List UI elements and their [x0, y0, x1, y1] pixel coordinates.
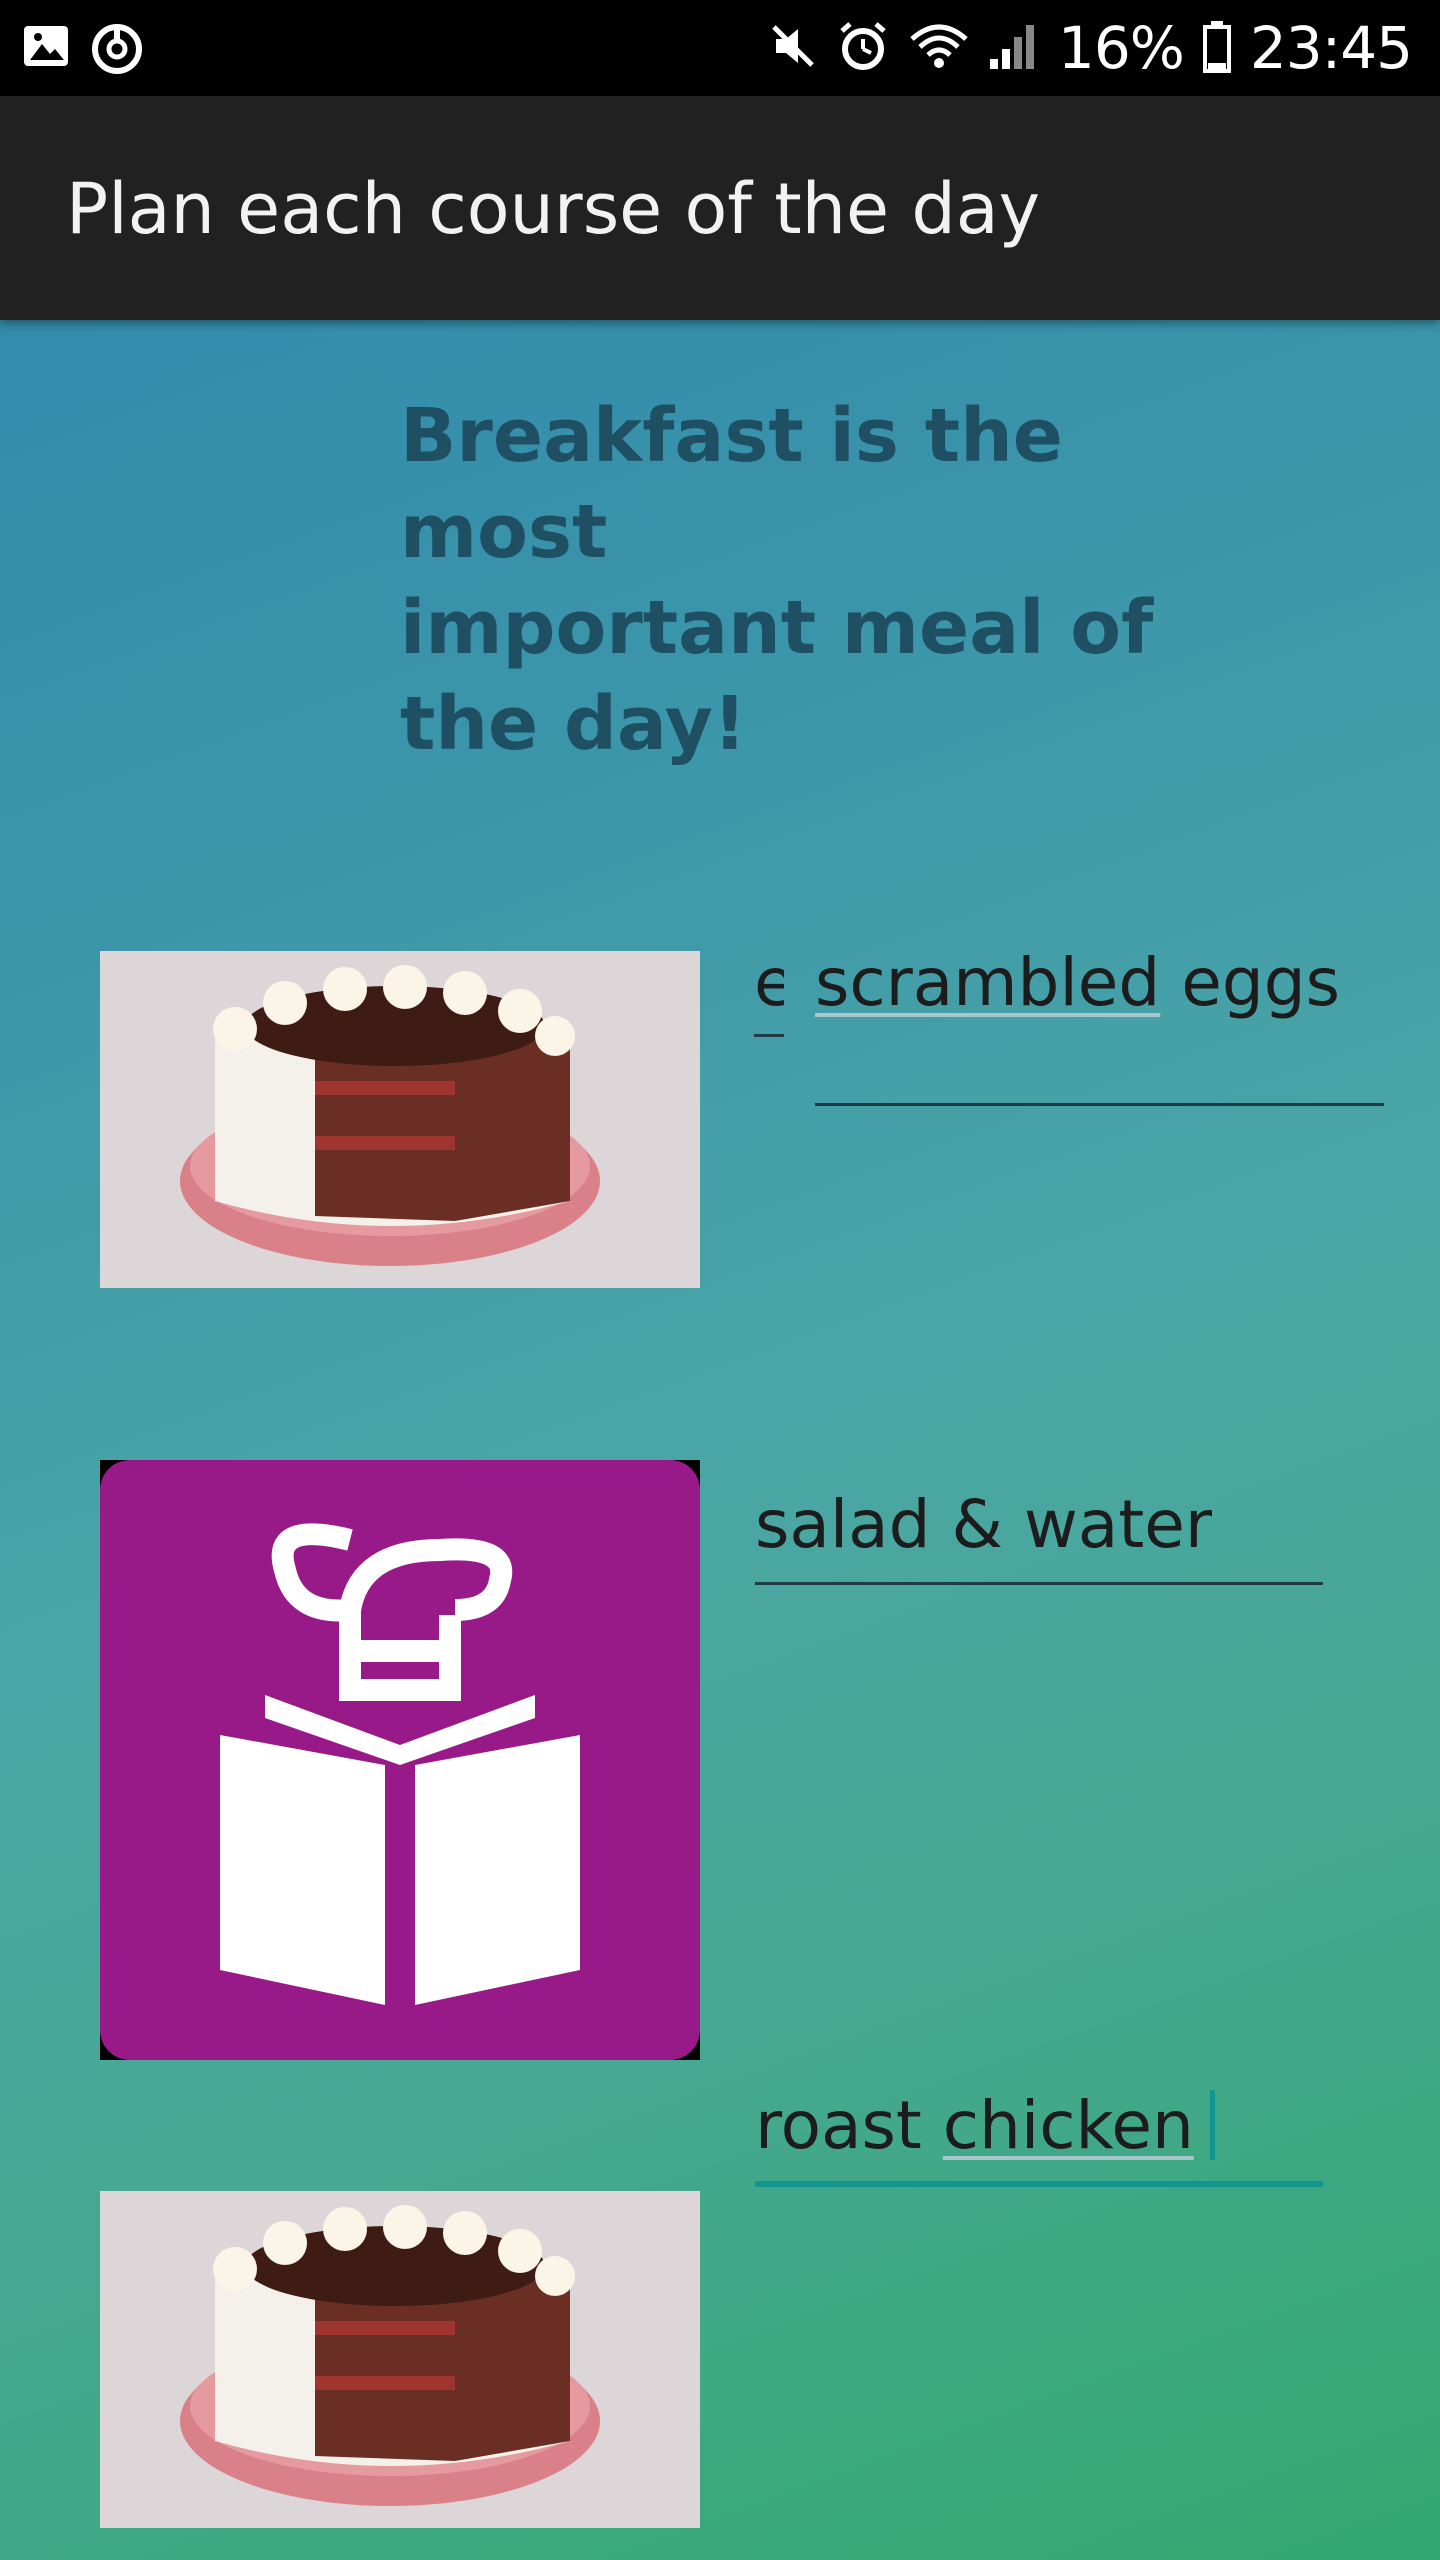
signal-icon — [988, 21, 1040, 75]
course-input-lunch[interactable]: salad & water — [755, 1486, 1212, 1563]
clock: 23:45 — [1249, 14, 1413, 82]
alarm-icon — [836, 19, 890, 77]
app-title: Plan each course of the day — [66, 168, 1041, 250]
app-bar: Plan each course of the day — [0, 96, 1440, 320]
clipped-field-underline — [754, 1034, 784, 1037]
input-text: salad & water — [755, 1486, 1212, 1563]
cake-image — [100, 2191, 700, 2528]
headline-line: important meal of — [400, 585, 1154, 671]
battery-icon — [1202, 19, 1232, 77]
field-underline-focused — [755, 2181, 1323, 2187]
clipped-field-text: e — [754, 944, 784, 1021]
field-underline — [815, 1103, 1384, 1106]
headline: Breakfast is the most important meal of … — [400, 388, 1200, 772]
course-input-breakfast[interactable]: scrambled eggs — [815, 944, 1340, 1021]
input-text: roast — [755, 2087, 943, 2164]
field-underline — [755, 1582, 1323, 1585]
status-bar: 16% 23:45 — [0, 0, 1440, 96]
input-text: eggs — [1160, 944, 1341, 1021]
cake-image — [100, 951, 700, 1288]
wifi-icon — [908, 19, 970, 77]
text-cursor — [1209, 2090, 1215, 2160]
headline-line: the day! — [400, 681, 747, 767]
screen: 16% 23:45 Plan each course of the day Br… — [0, 0, 1440, 2560]
headline-line: Breakfast is the most — [400, 393, 1063, 575]
mute-icon — [768, 21, 818, 75]
spell-underlined-word: chicken — [942, 2087, 1194, 2164]
spell-underlined-word: scrambled — [815, 944, 1161, 1021]
battery-percent: 16% — [1057, 14, 1185, 82]
image-icon — [22, 22, 72, 76]
chef-book-icon — [100, 1460, 700, 2060]
sync-icon — [90, 22, 144, 80]
course-input-dinner[interactable]: roast chicken — [755, 2087, 1215, 2164]
